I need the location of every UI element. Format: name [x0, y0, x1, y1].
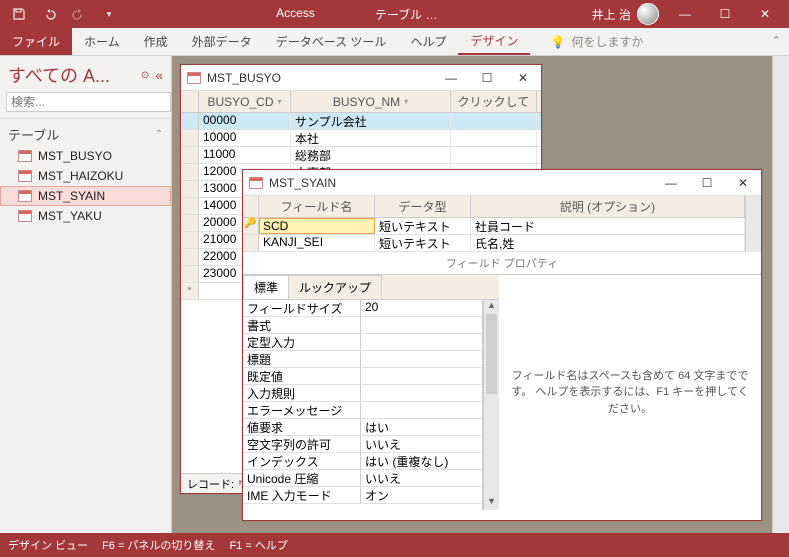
tab-design[interactable]: デザイン	[458, 28, 530, 55]
ribbon: ファイル ホーム 作成 外部データ データベース ツール ヘルプ デザイン 💡 …	[0, 28, 789, 56]
syain-titlebar[interactable]: MST_SYAIN — ☐ ✕	[243, 170, 761, 196]
hdr-field[interactable]: フィールド名	[259, 196, 375, 217]
status-view: デザイン ビュー	[8, 537, 88, 553]
lightbulb-icon: 💡	[550, 35, 565, 49]
col-add[interactable]: クリックして	[451, 91, 537, 112]
design-row[interactable]: 🔑 SCD 短いテキスト 社員コード	[243, 218, 745, 235]
property-row[interactable]: 入力規則	[243, 385, 482, 402]
field-help-text: フィールド名はスペースも含めて 64 文字までです。 ヘルプを表示するには、F1…	[499, 275, 761, 510]
field-name-cell[interactable]: SCD	[259, 218, 375, 234]
data-row[interactable]: 11000総務部	[181, 147, 541, 164]
property-row[interactable]: 標題	[243, 351, 482, 368]
workspace: すべての A... ⊙ « 🔍 テーブル ⌃ MST_BUSYO MST_HAI…	[0, 56, 789, 533]
table-icon	[18, 170, 32, 182]
property-row[interactable]: インデックスはい (重複なし)	[243, 453, 482, 470]
busyo-title: MST_BUSYO	[207, 71, 439, 85]
syain-maximize[interactable]: ☐	[695, 176, 719, 190]
nav-item-yaku[interactable]: MST_YAKU	[0, 206, 171, 226]
table-icon	[18, 190, 32, 202]
context-title: テーブル …	[375, 6, 438, 23]
busyo-close[interactable]: ✕	[511, 71, 535, 85]
property-row[interactable]: フィールドサイズ20	[243, 300, 482, 317]
undo-icon[interactable]	[36, 3, 62, 25]
save-icon[interactable]	[6, 3, 32, 25]
property-row[interactable]: 既定値	[243, 368, 482, 385]
chevron-up-icon: ⌃	[155, 129, 163, 140]
property-row[interactable]: 定型入力	[243, 334, 482, 351]
property-zone: 標準 ルックアップ フィールドサイズ20書式定型入力標題既定値入力規則エラーメッ…	[243, 274, 761, 510]
key-icon: 🔑	[243, 218, 259, 234]
property-row[interactable]: IME 入力モードオン	[243, 487, 482, 504]
col-busyo-nm[interactable]: BUSYO_NM▾	[291, 91, 451, 112]
mdi-client: MST_BUSYO — ☐ ✕ BUSYO_CD▾ BUSYO_NM▾ クリック…	[172, 56, 789, 533]
navigation-pane: すべての A... ⊙ « 🔍 テーブル ⌃ MST_BUSYO MST_HAI…	[0, 56, 172, 533]
property-row[interactable]: 書式	[243, 317, 482, 334]
nav-collapse-icon[interactable]: «	[155, 67, 163, 83]
status-f1: F1 = ヘルプ	[229, 537, 287, 553]
design-row[interactable]: KANJI_SEI 短いテキスト 氏名,姓	[243, 235, 745, 252]
nav-item-busyo[interactable]: MST_BUSYO	[0, 146, 171, 166]
busyo-maximize[interactable]: ☐	[475, 71, 499, 85]
nav-search-input[interactable]	[6, 92, 171, 112]
title-bar: ▾ Access テーブル … 井上 治 — ☐ ✕	[0, 0, 789, 28]
property-grid: フィールドサイズ20書式定型入力標題既定値入力規則エラーメッセージ値要求はい空文…	[243, 300, 483, 510]
ribbon-collapse-icon[interactable]: ⌃	[772, 34, 781, 47]
property-row[interactable]: 空文字列の許可いいえ	[243, 436, 482, 453]
nav-item-syain[interactable]: MST_SYAIN	[0, 186, 171, 206]
status-bar: デザイン ビュー F6 = パネルの切り替え F1 = ヘルプ	[0, 533, 789, 557]
property-row[interactable]: エラーメッセージ	[243, 402, 482, 419]
tab-general[interactable]: 標準	[243, 275, 289, 299]
busyo-minimize[interactable]: —	[439, 71, 463, 85]
table-icon	[18, 150, 32, 162]
nav-title[interactable]: すべての A...	[8, 62, 135, 88]
table-icon	[18, 210, 32, 222]
tab-lookup[interactable]: ルックアップ	[288, 275, 382, 299]
tab-external[interactable]: 外部データ	[180, 28, 264, 55]
nav-category[interactable]: テーブル ⌃	[0, 119, 171, 146]
prop-header: フィールド プロパティ	[243, 252, 761, 274]
tell-me[interactable]: 💡 何をしますか	[550, 28, 643, 55]
select-all[interactable]	[181, 91, 199, 112]
close-button[interactable]: ✕	[745, 0, 785, 28]
syain-title: MST_SYAIN	[269, 176, 659, 190]
property-row[interactable]: 値要求はい	[243, 419, 482, 436]
nav-item-haizoku[interactable]: MST_HAIZOKU	[0, 166, 171, 186]
maximize-button[interactable]: ☐	[705, 0, 745, 28]
syain-close[interactable]: ✕	[731, 176, 755, 190]
tab-help[interactable]: ヘルプ	[398, 28, 458, 55]
window-syain: MST_SYAIN — ☐ ✕ フィールド名 データ型 説明 (オプション)	[242, 169, 762, 521]
busyo-titlebar[interactable]: MST_BUSYO — ☐ ✕	[181, 65, 541, 91]
syain-minimize[interactable]: —	[659, 176, 683, 190]
prop-scrollbar[interactable]: ▲ ▼	[483, 300, 499, 510]
quick-access-toolbar: ▾	[0, 3, 122, 25]
col-busyo-cd[interactable]: BUSYO_CD▾	[199, 91, 291, 112]
tab-dbtools[interactable]: データベース ツール	[264, 28, 399, 55]
hdr-type[interactable]: データ型	[375, 196, 471, 217]
design-scrollbar[interactable]	[745, 196, 761, 252]
redo-icon	[66, 3, 92, 25]
status-f6: F6 = パネルの切り替え	[102, 537, 215, 553]
property-row[interactable]: Unicode 圧縮いいえ	[243, 470, 482, 487]
table-icon	[187, 72, 201, 84]
minimize-button[interactable]: —	[665, 0, 705, 28]
data-row[interactable]: 00000サンプル会社	[181, 113, 541, 130]
mdi-scrollbar[interactable]	[772, 56, 789, 533]
nav-dropdown-icon[interactable]: ⊙	[141, 70, 149, 81]
busyo-header-row: BUSYO_CD▾ BUSYO_NM▾ クリックして	[181, 91, 541, 113]
table-icon	[249, 177, 263, 189]
hdr-desc[interactable]: 説明 (オプション)	[471, 196, 745, 217]
user-avatar[interactable]	[637, 3, 659, 25]
tab-create[interactable]: 作成	[132, 28, 180, 55]
app-title: Access	[276, 6, 315, 23]
qat-customize-icon[interactable]: ▾	[96, 3, 122, 25]
nav-list: MST_BUSYO MST_HAIZOKU MST_SYAIN MST_YAKU	[0, 146, 171, 226]
design-grid: フィールド名 データ型 説明 (オプション) 🔑 SCD 短いテキスト 社員コー…	[243, 196, 745, 252]
tab-file[interactable]: ファイル	[0, 28, 72, 55]
user-name[interactable]: 井上 治	[592, 6, 631, 23]
tab-home[interactable]: ホーム	[72, 28, 132, 55]
data-row[interactable]: 10000本社	[181, 130, 541, 147]
